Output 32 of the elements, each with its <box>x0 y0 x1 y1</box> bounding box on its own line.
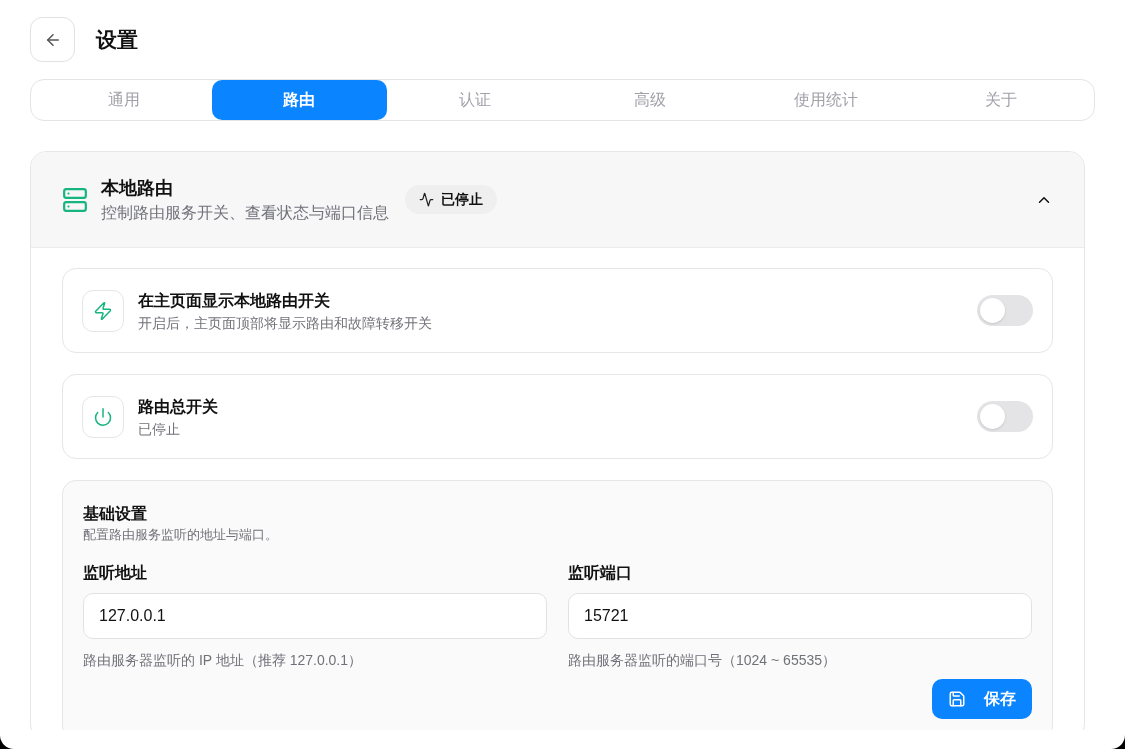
section-subtitle: 控制路由服务开关、查看状态与端口信息 <box>101 202 389 223</box>
section-header[interactable]: 本地路由 控制路由服务开关、查看状态与端口信息 已停止 <box>31 152 1084 248</box>
input-field[interactable]: 127.0.0.1 <box>83 593 547 639</box>
tab[interactable]: 认证 <box>387 80 563 120</box>
save-button[interactable]: 保存 <box>932 679 1032 719</box>
input-field[interactable]: 15721 <box>568 593 1032 639</box>
tab[interactable]: 通用 <box>36 80 212 120</box>
back-button[interactable] <box>30 17 75 62</box>
lightning-icon <box>93 300 113 321</box>
tab[interactable]: 关于 <box>913 80 1089 120</box>
setting-description: 已停止 <box>138 419 181 439</box>
field-label: 监听地址 <box>83 563 148 583</box>
tab[interactable]: 高级 <box>562 80 738 120</box>
setting-description: 开启后，主页面顶部将显示路由和故障转移开关 <box>138 313 432 333</box>
tab[interactable]: 路由 <box>211 80 387 120</box>
field-hint: 路由服务器监听的 IP 地址（推荐 127.0.0.1） <box>83 651 364 670</box>
setting-title: 路由总开关 <box>138 396 218 417</box>
setting-title: 在主页面显示本地路由开关 <box>138 290 331 311</box>
toggle-switch[interactable] <box>977 295 1033 326</box>
field-label: 监听端口 <box>568 563 633 583</box>
power-icon <box>93 406 113 427</box>
activity-icon <box>419 192 434 207</box>
field-hint: 路由服务器监听的端口号（1024 ~ 65535） <box>568 651 838 670</box>
page-title: 设置 <box>96 26 138 53</box>
panel-description: 配置路由服务监听的地址与端口。 <box>83 526 279 544</box>
panel-title: 基础设置 <box>83 504 148 524</box>
status-badge: 已停止 <box>405 185 497 214</box>
toggle-switch[interactable] <box>977 401 1033 432</box>
tab[interactable]: 使用统计 <box>738 80 914 120</box>
server-icon <box>62 186 88 213</box>
section-title: 本地路由 <box>101 176 174 200</box>
save-icon <box>948 690 966 708</box>
